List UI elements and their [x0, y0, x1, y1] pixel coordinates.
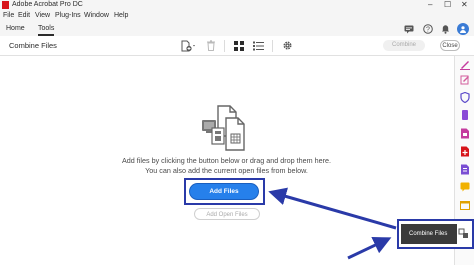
menu-help[interactable]: Help [114, 10, 128, 22]
combine-files-tooltip: Combine Files [401, 224, 457, 244]
minimize-button[interactable]: – [428, 0, 432, 10]
add-open-files-button[interactable]: Add Open Files [194, 208, 260, 220]
toolbar-title: Combine Files [9, 41, 57, 50]
add-file-dropdown-icon[interactable] [181, 39, 197, 52]
calendar-icon[interactable] [460, 200, 470, 210]
acrobat-logo-icon [2, 1, 9, 9]
menu-bar: File Edit View Plug-Ins Window Help [0, 10, 474, 22]
bell-icon[interactable] [440, 24, 451, 34]
toolbar-divider [272, 40, 273, 52]
window-title: Adobe Acrobat Pro DC [12, 1, 83, 8]
title-bar: Adobe Acrobat Pro DC – ☐ ✕ [0, 0, 474, 10]
combine-button[interactable]: Combine [383, 40, 425, 51]
combine-toolbar: Combine Files Combine Close [0, 36, 474, 56]
create-pdf-icon[interactable] [460, 146, 470, 157]
menu-edit[interactable]: Edit [18, 10, 30, 22]
toolbar-divider [224, 40, 225, 52]
menu-plug-ins[interactable]: Plug-Ins [55, 10, 81, 22]
comment-tool-icon[interactable] [460, 182, 470, 192]
organize-pages-icon[interactable] [460, 164, 470, 175]
tab-home[interactable]: Home [6, 22, 25, 36]
menu-file[interactable]: File [3, 10, 14, 22]
help-icon[interactable]: ? [422, 24, 433, 34]
instruction-line-2: You can also add the current open files … [145, 166, 308, 175]
sign-icon[interactable] [460, 60, 470, 70]
combine-files-tool-icon[interactable] [458, 228, 469, 239]
protect-icon[interactable] [460, 92, 470, 103]
delete-icon[interactable] [205, 39, 217, 52]
fill-sign-icon[interactable] [460, 110, 470, 120]
instruction-line-1: Add files by clicking the button below o… [122, 156, 331, 165]
edit-pdf-icon[interactable] [460, 75, 470, 85]
list-view-icon[interactable] [252, 40, 264, 52]
svg-text:?: ? [426, 27, 430, 34]
combine-files-illustration-icon [200, 104, 252, 152]
thumbnail-view-icon[interactable] [233, 40, 245, 52]
menu-window[interactable]: Window [84, 10, 109, 22]
menu-view[interactable]: View [35, 10, 50, 22]
maximize-button[interactable]: ☐ [444, 0, 451, 10]
export-pdf-icon[interactable] [460, 128, 470, 139]
gear-icon[interactable] [281, 39, 293, 52]
comment-icon[interactable] [403, 24, 414, 34]
tab-tools[interactable]: Tools [38, 22, 55, 36]
avatar[interactable] [457, 23, 469, 35]
nav-bar: Home Tools ? [0, 22, 474, 37]
close-button[interactable]: Close [440, 40, 460, 51]
add-files-button[interactable]: Add Files [190, 184, 258, 199]
window-close-button[interactable]: ✕ [461, 0, 468, 10]
